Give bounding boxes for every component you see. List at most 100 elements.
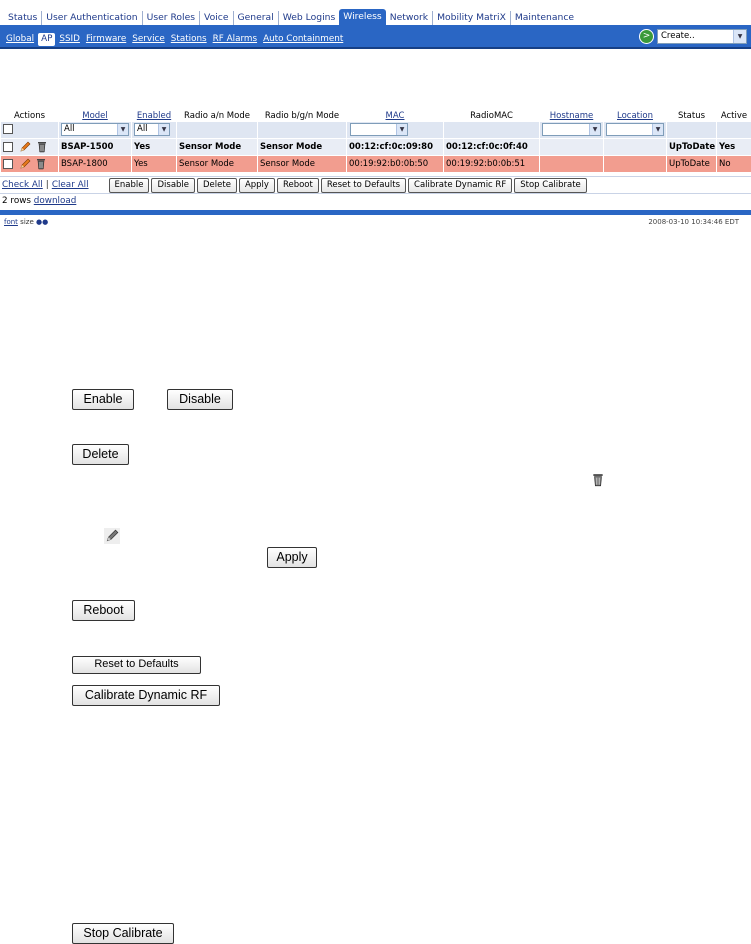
model-filter-select[interactable]: All ▼: [61, 123, 129, 136]
cell-hostname: [539, 137, 604, 156]
location-filter-select[interactable]: ▼: [606, 123, 664, 136]
col-location[interactable]: Location: [604, 107, 667, 121]
tab-web-logins[interactable]: Web Logins: [277, 11, 340, 25]
legend-reset-button[interactable]: Reset to Defaults: [72, 656, 201, 674]
cell-mac: 00:12:cf:0c:09:80: [346, 137, 444, 156]
cell-radio-bgn: Sensor Mode: [257, 154, 347, 173]
cell-location: [603, 137, 667, 156]
cell-radio-an: Sensor Mode: [176, 137, 258, 156]
cell-radio-mac: 00:19:92:b0:0b:51: [443, 154, 540, 173]
select-all-checkbox[interactable]: [3, 124, 13, 135]
legend-disable-button[interactable]: Disable: [167, 389, 233, 410]
tab-wireless[interactable]: Wireless: [339, 9, 386, 25]
legend-enable-button[interactable]: Enable: [72, 389, 134, 410]
hostname-filter-select[interactable]: ▼: [542, 123, 601, 136]
tab-user-authentication[interactable]: User Authentication: [41, 11, 141, 25]
download-link[interactable]: download: [34, 196, 77, 206]
subtab-rf-alarms[interactable]: RF Alarms: [210, 33, 260, 46]
row-count-text: 2 rows: [2, 196, 31, 206]
link-separator: |: [45, 180, 49, 190]
check-all-link[interactable]: Check All: [2, 180, 43, 190]
create-select-value: Create..: [661, 31, 695, 41]
action-bar: Check All | Clear All Enable Disable Del…: [0, 176, 751, 194]
pencil-icon[interactable]: [19, 158, 31, 170]
cell-status: UpToDate: [666, 154, 717, 173]
chevron-down-icon: ▼: [117, 124, 128, 135]
tab-status[interactable]: Status: [4, 11, 41, 25]
tab-mobility-matrix[interactable]: Mobility MatriX: [432, 11, 510, 25]
chevron-down-icon: ▼: [733, 30, 746, 43]
cell-status: UpToDate: [666, 137, 717, 156]
chevron-down-icon: ▼: [396, 124, 407, 135]
font-decrease-icon[interactable]: ●: [42, 218, 48, 226]
legend-reboot-button[interactable]: Reboot: [72, 600, 135, 621]
filter-row: All ▼ All ▼ ▼ ▼ ▼: [0, 120, 751, 139]
cell-radio-an: Sensor Mode: [176, 154, 258, 173]
row-count: 2 rows download: [2, 196, 76, 206]
cell-radio-mac: 00:12:cf:0c:0f:40: [443, 137, 540, 156]
row-checkbox[interactable]: [3, 141, 13, 152]
chevron-down-icon: ▼: [158, 124, 169, 135]
size-label: size: [20, 218, 34, 226]
stop-calibrate-button[interactable]: Stop Calibrate: [514, 177, 587, 193]
col-actions: Actions: [13, 110, 46, 121]
trash-icon: [593, 474, 603, 487]
legend-stop-calibrate-button[interactable]: Stop Calibrate: [72, 923, 174, 944]
timestamp: 2008-03-10 10:34:46 EDT: [648, 218, 739, 226]
footer-bar: [0, 210, 751, 215]
col-status: Status: [677, 110, 706, 121]
legend-apply-button[interactable]: Apply: [267, 547, 317, 568]
ap-table: Actions Model Enabled Radio a/n Mode Rad…: [0, 107, 751, 173]
col-hostname[interactable]: Hostname: [540, 107, 604, 121]
subtab-service[interactable]: Service: [129, 33, 168, 46]
tab-user-roles[interactable]: User Roles: [141, 11, 199, 25]
clear-all-link[interactable]: Clear All: [52, 180, 89, 190]
trash-icon[interactable]: [36, 158, 46, 170]
apply-button[interactable]: Apply: [238, 177, 275, 193]
cell-location: [603, 154, 667, 173]
tab-general[interactable]: General: [232, 11, 278, 25]
cell-hostname: [539, 154, 604, 173]
cell-mac: 00:19:92:b0:0b:50: [346, 154, 444, 173]
sub-navigation: Global AP SSID Firmware Service Stations…: [0, 25, 751, 49]
col-active: Active: [720, 110, 748, 121]
col-model[interactable]: Model: [59, 107, 132, 121]
col-enabled[interactable]: Enabled: [132, 107, 177, 121]
subtab-global[interactable]: Global: [3, 33, 37, 46]
disable-button[interactable]: Disable: [151, 177, 196, 193]
subtab-ssid[interactable]: SSID: [56, 33, 83, 46]
chevron-down-icon: ▼: [589, 124, 600, 135]
trash-icon[interactable]: [37, 141, 47, 153]
legend-calibrate-button[interactable]: Calibrate Dynamic RF: [72, 685, 220, 706]
cell-enabled: Yes: [131, 137, 177, 156]
enable-button[interactable]: Enable: [108, 177, 150, 193]
reboot-button[interactable]: Reboot: [276, 177, 319, 193]
delete-button[interactable]: Delete: [197, 177, 237, 193]
enabled-filter-select[interactable]: All ▼: [134, 123, 170, 136]
font-link[interactable]: font: [4, 218, 18, 226]
table-row: BSAP-1500 Yes Sensor Mode Sensor Mode 00…: [0, 137, 751, 156]
chevron-down-icon: ▼: [652, 124, 663, 135]
subtab-firmware[interactable]: Firmware: [83, 33, 129, 46]
subtab-auto-containment[interactable]: Auto Containment: [260, 33, 346, 46]
col-radio-an-mode: Radio a/n Mode: [184, 110, 250, 121]
calibrate-dynamic-rf-button[interactable]: Calibrate Dynamic RF: [408, 177, 513, 193]
tab-network[interactable]: Network: [386, 11, 432, 25]
go-arrow-icon[interactable]: >: [639, 29, 654, 44]
col-mac[interactable]: MAC: [347, 107, 444, 121]
subtab-ap[interactable]: AP: [38, 33, 56, 46]
mac-filter-select[interactable]: ▼: [350, 123, 408, 136]
cell-model: BSAP-1500: [58, 137, 132, 156]
row-checkbox[interactable]: [3, 158, 13, 169]
cell-active: No: [716, 154, 751, 173]
reset-to-defaults-button[interactable]: Reset to Defaults: [320, 177, 407, 193]
tab-maintenance[interactable]: Maintenance: [509, 11, 578, 25]
cell-model: BSAP-1800: [58, 154, 132, 173]
create-select[interactable]: Create.. ▼: [657, 29, 747, 44]
pencil-icon[interactable]: [19, 141, 31, 153]
legend-delete-button[interactable]: Delete: [72, 444, 129, 465]
col-radio-bgn-mode: Radio b/g/n Mode: [264, 110, 340, 121]
pencil-icon: [106, 529, 119, 542]
subtab-stations[interactable]: Stations: [168, 33, 210, 46]
tab-voice[interactable]: Voice: [199, 11, 232, 25]
